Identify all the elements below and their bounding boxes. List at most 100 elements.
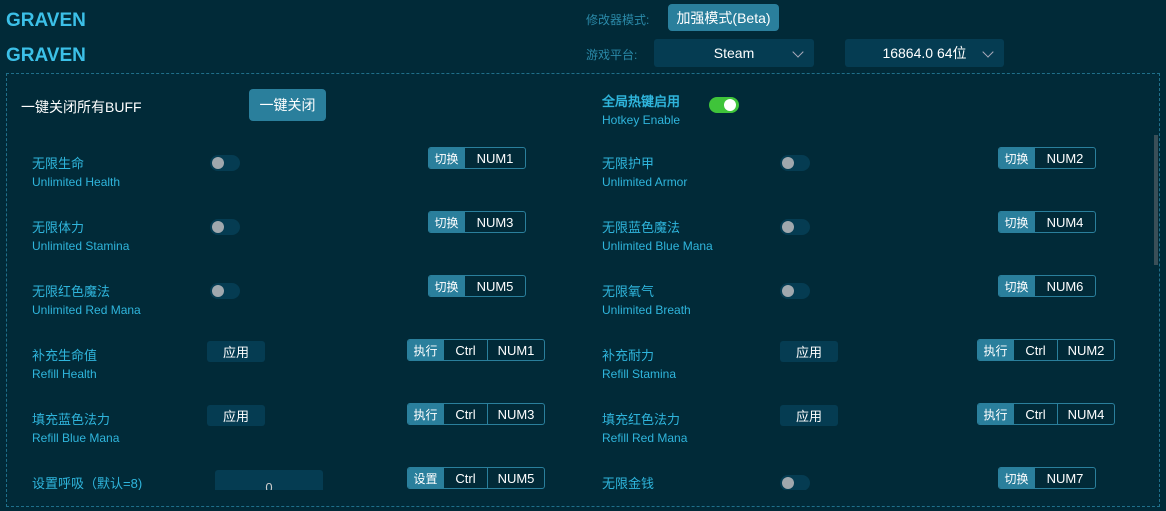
cheat-name-en: Refill Stamina <box>602 367 677 381</box>
cheat-name-en: Unlimited Stamina <box>32 239 130 253</box>
apply-button[interactable]: 应用 <box>207 405 265 426</box>
close-all-button[interactable]: 一键关闭 <box>249 89 326 121</box>
cheat-toggle[interactable] <box>780 475 810 490</box>
cheat-label: 无限蓝色魔法 Unlimited Blue Mana <box>602 217 713 257</box>
cheat-name-cn: 无限金钱 <box>602 476 655 490</box>
execute-tag: 执行 <box>408 340 443 360</box>
toggle-tag: 切换 <box>429 148 464 168</box>
modifier-key: Ctrl <box>1013 340 1057 360</box>
modifier-key: Ctrl <box>443 404 487 424</box>
hotkey-key: NUM4 <box>1034 212 1095 232</box>
cheat-label: 无限体力 Unlimited Stamina <box>32 217 129 257</box>
hotkey-key: NUM3 <box>464 212 525 232</box>
hotkey-key: NUM7 <box>1034 468 1095 488</box>
cheat-name-cn: 无限体力 <box>32 220 85 235</box>
cheat-label: 无限氧气 Unlimited Breath <box>602 281 691 321</box>
hotkey-binding[interactable]: 执行 Ctrl NUM2 <box>977 339 1115 361</box>
apply-button[interactable]: 应用 <box>780 341 838 362</box>
toggle-tag: 切换 <box>999 468 1034 488</box>
toggle-tag: 切换 <box>999 276 1034 296</box>
cheat-label: 填充红色法力 Refill Red Mana <box>602 409 687 449</box>
hotkey-binding[interactable]: 切换 NUM7 <box>998 467 1096 489</box>
platform-label: 游戏平台: <box>586 48 638 62</box>
cheat-name-cn: 无限红色魔法 <box>32 284 111 299</box>
toggle-tag: 切换 <box>999 212 1034 232</box>
hotkey-binding[interactable]: 切换 NUM4 <box>998 211 1096 233</box>
hotkey-key: NUM2 <box>1057 340 1114 360</box>
cheat-toggle[interactable] <box>780 155 810 171</box>
cheat-label: 无限生命 Unlimited Health <box>32 153 120 193</box>
cheat-label: 无限护甲 Unlimited Armor <box>602 153 687 193</box>
hotkey-enable-toggle[interactable] <box>709 97 739 113</box>
cheat-label: 无限红色魔法 Unlimited Red Mana <box>32 281 141 321</box>
chevron-down-icon <box>982 46 994 58</box>
execute-tag: 执行 <box>978 404 1013 424</box>
close-all-label: 一键关闭所有BUFF <box>21 99 142 115</box>
hotkey-binding[interactable]: 切换 NUM6 <box>998 275 1096 297</box>
scrollbar[interactable] <box>1154 135 1158 265</box>
cheat-name-cn: 无限生命 <box>32 156 85 171</box>
apply-button[interactable]: 应用 <box>207 341 265 362</box>
cheat-toggle[interactable] <box>780 283 810 299</box>
cheat-name-en: Unlimited Health <box>32 175 121 189</box>
hotkey-key: NUM1 <box>464 148 525 168</box>
toggle-tag: 切换 <box>999 148 1034 168</box>
platform-select[interactable]: Steam <box>654 39 814 67</box>
platform-value: Steam <box>713 45 755 61</box>
cheat-name-cn: 填充蓝色法力 <box>32 412 111 427</box>
modifier-key: Ctrl <box>443 340 487 360</box>
hotkey-key: NUM6 <box>1034 276 1095 296</box>
version-select[interactable]: 16864.0 64位 <box>845 39 1004 67</box>
hotkey-binding[interactable]: 切换 NUM3 <box>428 211 526 233</box>
modifier-key: Ctrl <box>443 468 487 488</box>
hotkey-binding[interactable]: 执行 Ctrl NUM4 <box>977 403 1115 425</box>
cheat-name-cn: 无限氧气 <box>602 284 655 299</box>
hotkey-key: NUM5 <box>464 276 525 296</box>
cheat-toggle[interactable] <box>210 219 240 235</box>
hotkey-binding[interactable]: 执行 Ctrl NUM1 <box>407 339 545 361</box>
cheat-name-cn: 补充耐力 <box>602 348 655 363</box>
mode-label: 修改器模式: <box>586 13 650 27</box>
cheat-name-en: Unlimited Blue Mana <box>602 239 713 253</box>
cheat-label: 设置呼吸（默认=8) <box>32 473 142 490</box>
hotkey-binding[interactable]: 切换 NUM1 <box>428 147 526 169</box>
cheat-label: 填充蓝色法力 Refill Blue Mana <box>32 409 119 449</box>
cheat-name-en: Refill Blue Mana <box>32 431 120 445</box>
hotkey-binding[interactable]: 执行 Ctrl NUM3 <box>407 403 545 425</box>
cheat-name-cn: 填充红色法力 <box>602 412 681 427</box>
cheat-name-cn: 设置呼吸（默认=8) <box>32 476 143 490</box>
cheat-label: 无限金钱 <box>602 473 654 490</box>
hotkey-binding[interactable]: 切换 NUM5 <box>428 275 526 297</box>
chevron-down-icon <box>792 46 804 58</box>
cheat-toggle[interactable] <box>210 155 240 171</box>
apply-button[interactable]: 应用 <box>780 405 838 426</box>
cheat-toggle[interactable] <box>780 219 810 235</box>
execute-tag: 执行 <box>978 340 1013 360</box>
cheat-name-cn: 补充生命值 <box>32 348 98 363</box>
cheat-name-en: Refill Health <box>32 367 97 381</box>
mode-button[interactable]: 加强模式(Beta) <box>668 4 779 31</box>
app-title: GRAVEN <box>6 10 86 31</box>
hotkey-key: NUM3 <box>487 404 544 424</box>
version-value: 16864.0 64位 <box>882 45 967 61</box>
hotkey-enable-en: Hotkey Enable <box>602 113 681 127</box>
execute-tag: 执行 <box>408 404 443 424</box>
hotkey-binding[interactable]: 设置 Ctrl NUM5 <box>407 467 545 489</box>
cheat-label: 补充耐力 Refill Stamina <box>602 345 676 385</box>
hotkey-enable-cn: 全局热键启用 <box>602 94 681 109</box>
cheat-name-en: Unlimited Red Mana <box>32 303 141 317</box>
breath-value-input[interactable]: 0 <box>215 470 323 490</box>
cheat-name-en: Unlimited Armor <box>602 175 688 189</box>
hotkey-enable-label: 全局热键启用 Hotkey Enable <box>602 91 680 127</box>
hotkey-key: NUM2 <box>1034 148 1095 168</box>
hotkey-binding[interactable]: 切换 NUM2 <box>998 147 1096 169</box>
cheat-name-en: Refill Red Mana <box>602 431 688 445</box>
toggle-tag: 切换 <box>429 276 464 296</box>
hotkey-key: NUM4 <box>1057 404 1114 424</box>
cheat-toggle[interactable] <box>210 283 240 299</box>
game-title: GRAVEN <box>6 45 86 66</box>
toggle-tag: 切换 <box>429 212 464 232</box>
cheat-list: 无限生命 Unlimited Health 切换 NUM1 无限护甲 Unlimited … <box>7 135 1159 490</box>
set-tag: 设置 <box>408 468 443 488</box>
modifier-key: Ctrl <box>1013 404 1057 424</box>
